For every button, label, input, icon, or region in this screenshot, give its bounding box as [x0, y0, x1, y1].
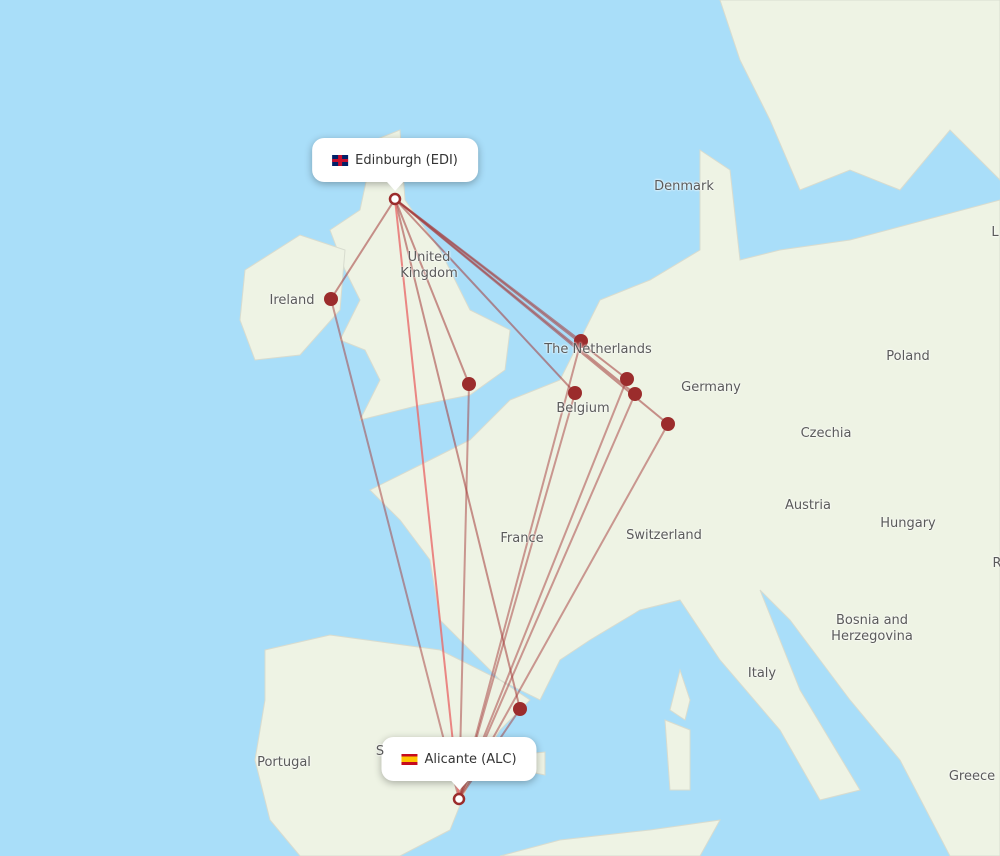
country-label: Denmark [654, 179, 714, 194]
uk-flag-icon [332, 154, 349, 166]
country-label: France [500, 531, 544, 546]
country-label: Czechia [800, 426, 852, 441]
airport-marker[interactable] [324, 292, 338, 306]
origin-callout[interactable]: Edinburgh (EDI) [312, 138, 478, 191]
country-label: United Kingdom [400, 250, 458, 281]
country-label: Ireland [269, 293, 315, 308]
airport-marker[interactable] [462, 377, 476, 391]
airport-marker[interactable] [513, 702, 527, 716]
country-label: The Netherlands [544, 342, 652, 357]
country-label: Germany [681, 380, 741, 395]
endpoint-marker[interactable] [388, 192, 402, 206]
spain-flag-icon [401, 753, 418, 765]
country-label: Bosnia and Herzegovina [831, 613, 913, 644]
endpoint-marker[interactable] [452, 792, 466, 806]
country-label: Portugal [257, 755, 311, 770]
country-label: Switzerland [626, 528, 702, 543]
airport-marker[interactable] [620, 372, 634, 386]
country-label: Belgium [556, 401, 610, 416]
airport-marker[interactable] [661, 417, 675, 431]
country-label: Poland [886, 349, 930, 364]
country-label: L [991, 225, 999, 240]
country-label: Austria [785, 498, 831, 513]
destination-callout[interactable]: Alicante (ALC) [381, 737, 537, 790]
country-label: Hungary [880, 516, 936, 531]
country-label: Italy [747, 666, 777, 681]
destination-label: Alicante (ALC) [424, 751, 517, 767]
airport-marker[interactable] [568, 386, 582, 400]
country-label: R [992, 556, 1000, 571]
origin-label: Edinburgh (EDI) [355, 152, 458, 168]
airport-marker[interactable] [628, 387, 642, 401]
country-label: S [375, 744, 385, 759]
country-label: Greece [948, 769, 996, 784]
